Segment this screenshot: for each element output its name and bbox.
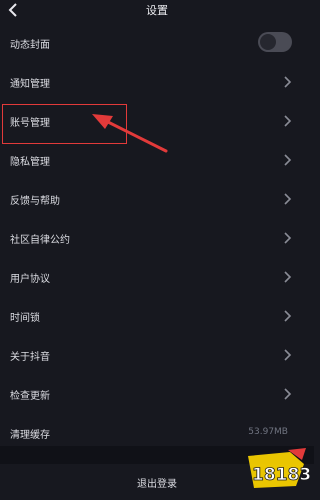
watermark-logo: 18183 [248, 448, 310, 488]
chevron-right-icon [284, 232, 292, 244]
cache-size-value: 53.97MB [248, 427, 288, 437]
chevron-right-icon [284, 349, 292, 361]
setting-label: 反馈与帮助 [10, 196, 60, 207]
setting-check-update[interactable]: 检查更新 [0, 375, 314, 414]
header-bar: 设置 [0, 0, 314, 20]
watermark-text: 18183 [252, 465, 310, 485]
setting-user-agreement[interactable]: 用户协议 [0, 258, 314, 297]
toggle-knob [260, 34, 276, 50]
setting-time-lock[interactable]: 时间锁 [0, 297, 314, 336]
setting-label: 检查更新 [10, 391, 50, 402]
chevron-right-icon [284, 115, 292, 127]
setting-community-convention[interactable]: 社区自律公约 [0, 219, 314, 258]
chevron-right-icon [284, 193, 292, 205]
setting-notification[interactable]: 通知管理 [0, 63, 314, 102]
setting-label: 用户协议 [10, 274, 50, 285]
setting-label: 关于抖音 [10, 352, 50, 363]
highlight-box [2, 104, 127, 144]
page-title: 设置 [146, 4, 168, 17]
setting-label: 通知管理 [10, 79, 50, 90]
chevron-right-icon [284, 154, 292, 166]
dynamic-cover-toggle[interactable] [258, 32, 292, 52]
chevron-right-icon [284, 388, 292, 400]
chevron-right-icon [284, 310, 292, 322]
setting-feedback[interactable]: 反馈与帮助 [0, 180, 314, 219]
setting-label: 动态封面 [10, 40, 50, 51]
setting-label: 时间锁 [10, 313, 40, 324]
setting-label: 隐私管理 [10, 157, 50, 168]
setting-dynamic-cover: 动态封面 [0, 24, 314, 63]
setting-privacy[interactable]: 隐私管理 [0, 141, 314, 180]
setting-label: 社区自律公约 [10, 235, 70, 246]
chevron-right-icon [284, 76, 292, 88]
setting-about[interactable]: 关于抖音 [0, 336, 314, 375]
chevron-right-icon [284, 271, 292, 283]
setting-label: 清理缓存 [10, 430, 50, 441]
